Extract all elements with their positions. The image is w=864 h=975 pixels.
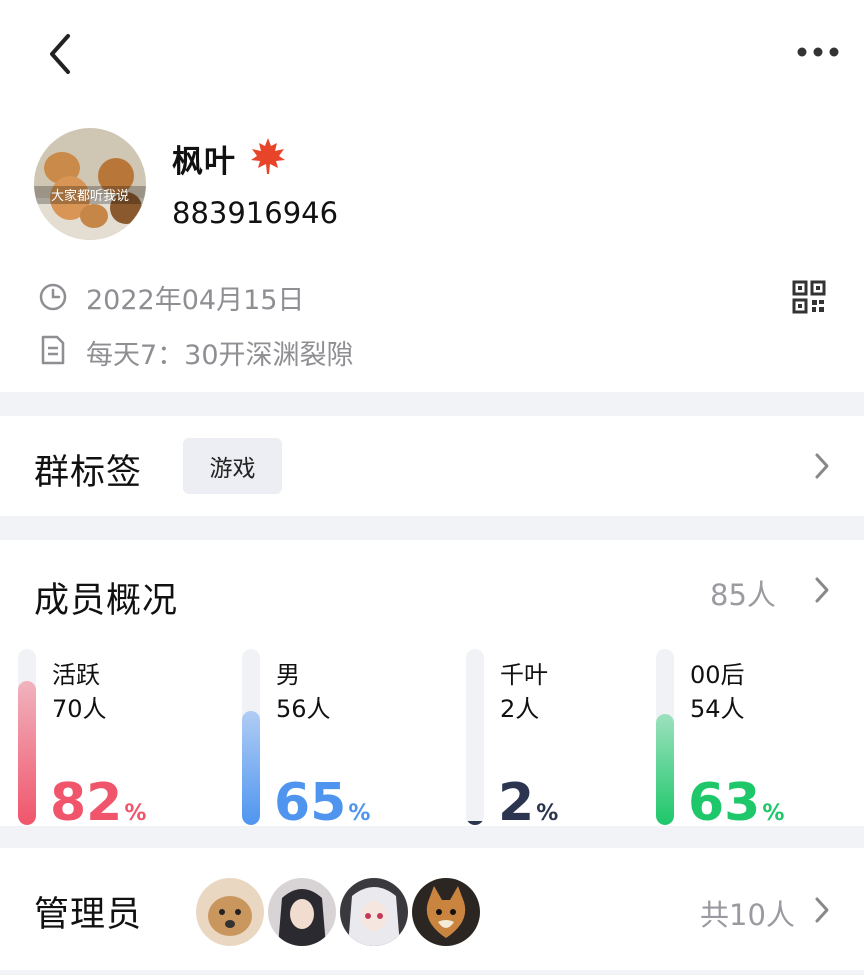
stat-percent: 2%: [498, 773, 559, 833]
stat-count: 2人: [500, 695, 540, 723]
chevron-right-icon[interactable]: [812, 574, 832, 606]
avatar[interactable]: [410, 876, 482, 948]
qr-code-icon[interactable]: [792, 280, 826, 314]
stat-post-00[interactable]: 00后 54人 63%: [656, 649, 846, 833]
stat-percent: 82%: [50, 773, 147, 833]
stat-bar-fill: [242, 711, 260, 825]
avatar[interactable]: [266, 876, 338, 948]
stat-bar-fill: [18, 681, 36, 825]
group-info-card: 大家都听我说 枫叶 883916946 2022年04月15日 每天7：30开深…: [0, 0, 864, 392]
avatar[interactable]: [194, 876, 266, 948]
maple-leaf-icon: [251, 138, 285, 174]
stat-bar-track: [466, 649, 484, 825]
stat-count: 54人: [690, 695, 745, 723]
stat-male[interactable]: 男 56人 65%: [242, 649, 432, 833]
members-overview-card: 成员概况 85人 活跃 70人 82% 男 56人 65% 千叶 2人 2% 0…: [0, 540, 864, 833]
admins-row[interactable]: 管理员 共10人: [0, 848, 864, 970]
group-description: 每天7：30开深渊裂隙: [86, 340, 354, 371]
group-tags-row[interactable]: 群标签 游戏: [0, 416, 864, 516]
svg-text:大家都听我说: 大家都听我说: [51, 188, 129, 204]
created-date: 2022年04月15日: [86, 285, 305, 316]
back-icon[interactable]: [40, 30, 80, 78]
clock-icon: [39, 283, 67, 311]
stat-label: 00后: [690, 661, 745, 689]
stat-label: 千叶: [500, 661, 548, 689]
members-title: 成员概况: [34, 581, 179, 621]
stat-bar-fill: [466, 821, 484, 825]
avatar[interactable]: [338, 876, 410, 948]
member-count[interactable]: 85人: [710, 572, 776, 614]
stat-qianye[interactable]: 千叶 2人 2%: [466, 649, 656, 833]
group-avatar[interactable]: 大家都听我说: [34, 128, 146, 240]
tags-title: 群标签: [34, 453, 143, 493]
tag-chip[interactable]: 游戏: [183, 438, 282, 494]
stat-count: 70人: [52, 695, 107, 723]
stat-percent: 63%: [688, 773, 785, 833]
group-name: 枫叶: [172, 144, 236, 180]
document-icon: [41, 335, 65, 365]
stat-label: 活跃: [52, 661, 100, 689]
chevron-right-icon[interactable]: [812, 894, 832, 926]
stat-percent: 65%: [274, 773, 371, 833]
more-icon[interactable]: [796, 44, 840, 60]
stat-bar-track: [656, 649, 674, 825]
stat-bar-track: [242, 649, 260, 825]
admins-title: 管理员: [34, 895, 143, 935]
admin-count[interactable]: 共10人: [700, 892, 795, 934]
stat-bar-fill: [656, 714, 674, 825]
group-id: 883916946: [172, 196, 339, 230]
stat-label: 男: [276, 661, 300, 689]
stat-count: 56人: [276, 695, 331, 723]
chevron-right-icon[interactable]: [812, 450, 832, 482]
stat-active[interactable]: 活跃 70人 82%: [18, 649, 208, 833]
stat-bar-track: [18, 649, 36, 825]
